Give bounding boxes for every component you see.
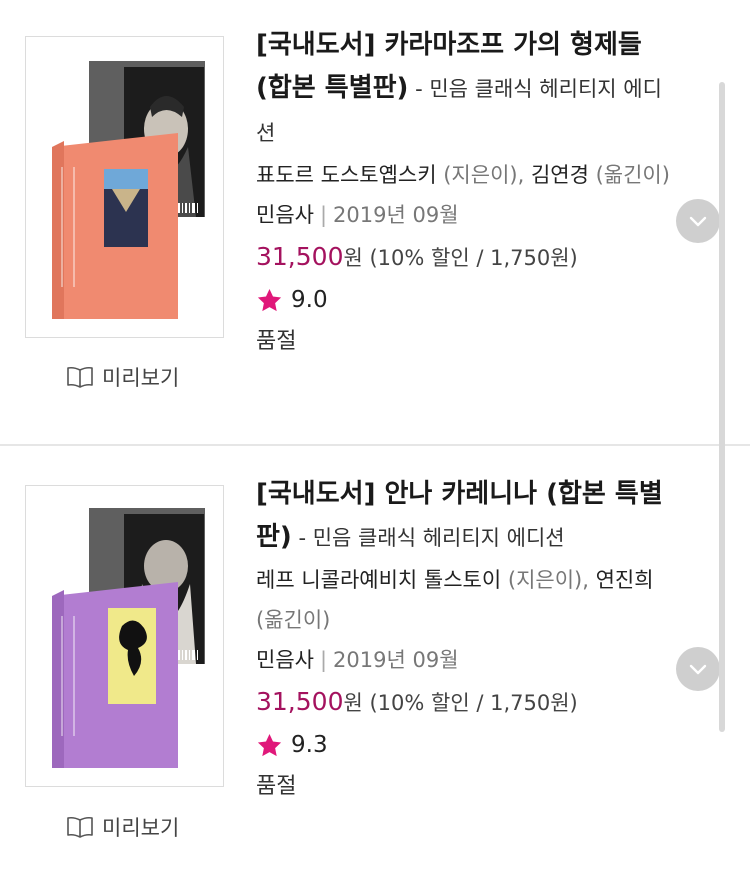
author-name[interactable]: 표도르 도스토옙스키 (256, 163, 437, 187)
price-line: 31,500원 (10% 할인 / 1,750원) (256, 235, 676, 280)
discount-info: (10% 할인 / 1,750원) (362, 691, 578, 715)
star-icon (257, 288, 282, 311)
rating: 9.0 (256, 280, 676, 320)
preview-label: 미리보기 (102, 816, 180, 840)
author-role: (지은이), (436, 163, 531, 187)
price-unit: 원 (343, 691, 363, 715)
stock-status: 품절 (256, 329, 297, 354)
translator-name[interactable]: 김연경 (531, 163, 589, 187)
divider (0, 444, 750, 446)
translator-name[interactable]: 연진희 (596, 568, 654, 592)
publisher-line: 민음사 | 2019년 09월 (256, 195, 676, 235)
star-icon (257, 733, 282, 756)
separator: | (319, 648, 328, 672)
preview-button[interactable]: 미리보기 (66, 362, 179, 392)
price: 31,500 (256, 687, 344, 716)
book-item[interactable]: 미리보기 [국내도서] 카라마조프 가의 형제들 (합본 특별판) - 민음 클… (0, 0, 750, 445)
chevron-down-icon (689, 216, 707, 227)
open-book-icon (67, 816, 93, 838)
publisher[interactable]: 민음사 (256, 648, 314, 672)
publish-date: 2019년 09월 (333, 648, 459, 672)
book-item[interactable]: 미리보기 [국내도서] 안나 카레니나 (합본 특별판) - 민음 클래식 헤리… (0, 447, 750, 889)
author-name[interactable]: 레프 니콜라예비치 톨스토이 (256, 568, 501, 592)
price: 31,500 (256, 242, 344, 271)
rating: 9.3 (256, 725, 676, 765)
preview-label: 미리보기 (102, 366, 180, 390)
stock-status: 품절 (256, 774, 297, 799)
author-line: 레프 니콜라예비치 톨스토이 (지은이), 연진희 (옮긴이) (256, 560, 676, 640)
discount-info: (10% 할인 / 1,750원) (362, 246, 578, 270)
open-book-icon (67, 366, 93, 388)
author-line: 표도르 도스토옙스키 (지은이), 김연경 (옮긴이) (256, 155, 676, 195)
book-info: [국내도서] 카라마조프 가의 형제들 (합본 특별판) - 민음 클래식 헤리… (256, 24, 676, 364)
translator-role: (옮긴이) (256, 608, 331, 632)
rating-score: 9.0 (291, 287, 328, 313)
separator: | (319, 203, 328, 227)
price-line: 31,500원 (10% 할인 / 1,750원) (256, 680, 676, 725)
book-cover[interactable] (25, 485, 224, 787)
book-info: [국내도서] 안나 카레니나 (합본 특별판) - 민음 클래식 헤리티지 에디… (256, 473, 676, 809)
preview-button[interactable]: 미리보기 (66, 812, 179, 842)
translator-role: (옮긴이) (588, 163, 670, 187)
book-cover[interactable] (25, 36, 224, 338)
expand-button[interactable] (676, 647, 720, 691)
book-title-block[interactable]: [국내도서] 안나 카레니나 (합본 특별판) - 민음 클래식 헤리티지 에디… (256, 473, 676, 560)
chevron-down-icon (689, 664, 707, 675)
publish-date: 2019년 09월 (333, 203, 459, 227)
publisher[interactable]: 민음사 (256, 203, 314, 227)
rating-score: 9.3 (291, 732, 328, 758)
scrollbar[interactable] (719, 82, 725, 732)
publisher-line: 민음사 | 2019년 09월 (256, 640, 676, 680)
price-unit: 원 (343, 246, 363, 270)
author-role: (지은이), (501, 568, 596, 592)
book-title-block[interactable]: [국내도서] 카라마조프 가의 형제들 (합본 특별판) - 민음 클래식 헤리… (256, 24, 676, 155)
book-subtitle: - 민음 클래식 헤리티지 에디션 (291, 526, 565, 550)
expand-button[interactable] (676, 199, 720, 243)
